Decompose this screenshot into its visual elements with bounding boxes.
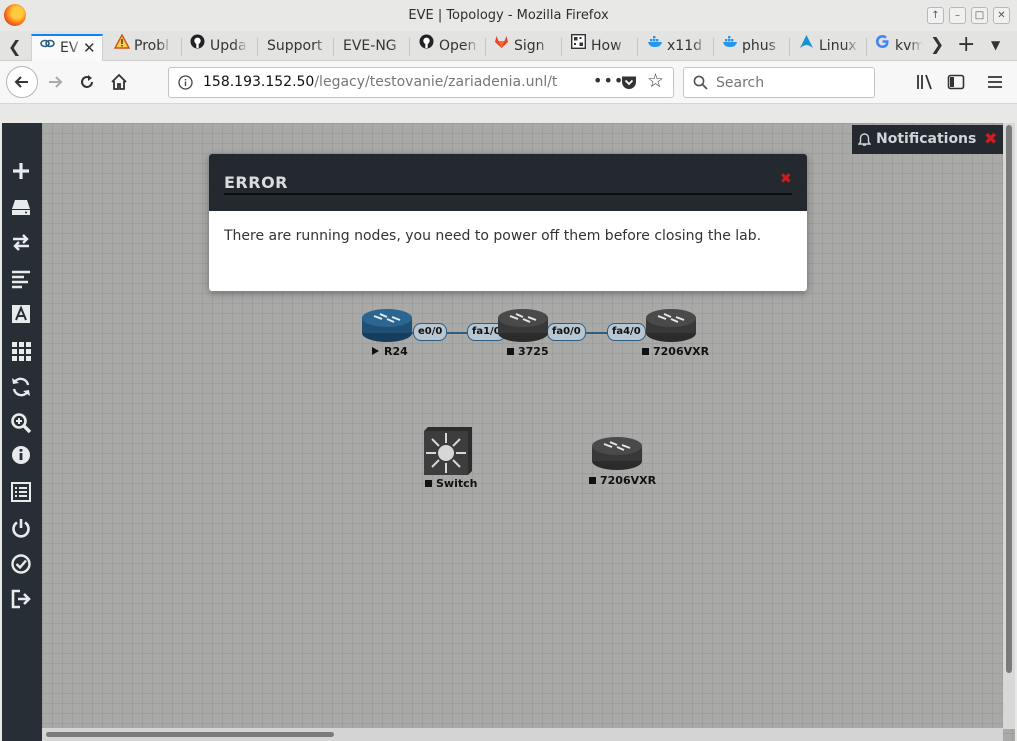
router-icon[interactable] — [360, 306, 414, 344]
router-icon[interactable] — [496, 306, 550, 344]
modal-title: ERROR — [224, 173, 288, 192]
tab-scroll-right-icon[interactable]: ❯ — [930, 35, 944, 55]
info-icon[interactable] — [10, 444, 32, 466]
eve-sidebar — [2, 123, 42, 741]
arch-icon — [799, 34, 814, 49]
reload-icon[interactable] — [78, 73, 96, 91]
eve-logo-icon — [40, 36, 55, 51]
modal-close-icon[interactable]: ✖ — [780, 171, 792, 187]
gitlab-icon — [494, 34, 509, 49]
bell-icon — [858, 133, 871, 146]
window-titlebar: EVE | Topology - Mozilla Firefox ↑ – □ ✕ — [0, 0, 1017, 31]
tab-bar: ❮ EV ✕ Probl Upda Support EVE-NG Open Si… — [0, 31, 1017, 62]
search-input[interactable] — [714, 72, 868, 94]
notifications-panel[interactable]: Notifications ✖ — [852, 125, 1003, 154]
grid-icon[interactable] — [10, 340, 32, 362]
window-maximize-button[interactable]: □ — [971, 7, 988, 24]
back-button[interactable] — [6, 66, 38, 98]
home-icon[interactable] — [110, 73, 128, 91]
error-modal: ERROR ✖ There are running nodes, you nee… — [209, 154, 807, 291]
switch-icon[interactable] — [422, 425, 474, 477]
modal-title-divider — [224, 193, 792, 195]
node-label-7206vxr-2[interactable]: 7206VXR — [589, 474, 656, 487]
node-label-r24[interactable]: R24 — [372, 345, 408, 358]
qr-icon — [571, 34, 587, 50]
search-icon — [693, 75, 708, 90]
navigation-bar: 158.193.152.50/legacy/testovanie/zariade… — [0, 61, 1017, 104]
url-text: 158.193.152.50/legacy/testovanie/zariade… — [203, 74, 558, 90]
interface-label: e0/0 — [413, 323, 448, 341]
tab-close-icon[interactable]: ✕ — [83, 39, 96, 57]
github-icon — [190, 34, 205, 49]
tab-problem[interactable]: Probl — [114, 34, 172, 60]
library-icon[interactable] — [916, 73, 934, 91]
vertical-scrollbar[interactable] — [1003, 123, 1015, 729]
docker-icon — [722, 34, 737, 49]
warning-icon — [114, 34, 131, 49]
node-label-7206vxr[interactable]: 7206VXR — [642, 345, 709, 358]
add-icon[interactable] — [10, 160, 32, 182]
bookmark-star-icon[interactable]: ☆ — [647, 70, 664, 92]
refresh-icon[interactable] — [10, 376, 32, 398]
window-up-icon[interactable]: ↑ — [927, 7, 944, 24]
window-minimize-button[interactable]: – — [949, 7, 966, 24]
back-arrow-icon — [14, 76, 28, 88]
router-icon[interactable] — [644, 306, 698, 344]
tab-github-open[interactable]: Open — [419, 34, 479, 60]
site-info-icon[interactable] — [178, 75, 193, 90]
tab-support[interactable]: Support — [267, 34, 329, 60]
power-icon[interactable] — [10, 517, 32, 539]
forward-arrow-icon[interactable] — [46, 73, 64, 91]
node-label-3725[interactable]: 3725 — [507, 345, 549, 358]
new-tab-icon[interactable]: + — [957, 32, 975, 57]
interface-label: fa4/0 — [607, 323, 646, 341]
tab-google-kvm[interactable]: kvm — [875, 34, 923, 60]
tab-list-chevron-icon[interactable]: ▼ — [991, 38, 1000, 52]
tab-arch-linux[interactable]: Linux — [799, 34, 859, 60]
notifications-close-icon[interactable]: ✖ — [984, 129, 997, 148]
hamburger-menu-icon[interactable] — [986, 73, 1004, 91]
search-bar[interactable] — [683, 67, 875, 98]
tab-eve-topology[interactable]: EV ✕ — [31, 34, 103, 62]
horizontal-scrollbar-thumb[interactable] — [46, 732, 334, 737]
google-icon — [875, 34, 890, 49]
modal-message: There are running nodes, you need to pow… — [224, 228, 762, 244]
tab-github-update[interactable]: Upda — [190, 34, 248, 60]
text-icon[interactable] — [10, 303, 32, 325]
tab-docker-phus[interactable]: phus — [722, 34, 782, 60]
github-icon — [419, 34, 434, 49]
modal-header: ERROR ✖ — [209, 154, 807, 211]
list-icon[interactable] — [10, 268, 32, 290]
node-icon[interactable] — [10, 196, 32, 218]
node-label-switch[interactable]: Switch — [425, 477, 477, 490]
window-title: EVE | Topology - Mozilla Firefox — [408, 8, 609, 23]
connection-icon[interactable] — [10, 231, 32, 253]
pocket-icon[interactable] — [621, 75, 637, 90]
sidebar-toggle-icon[interactable] — [947, 73, 965, 91]
tab-scroll-left-icon[interactable]: ❮ — [8, 37, 21, 56]
page-actions-icon[interactable]: ••• — [593, 71, 624, 90]
vertical-scrollbar-thumb[interactable] — [1006, 125, 1012, 673]
check-icon[interactable] — [10, 553, 32, 575]
logout-icon[interactable] — [10, 588, 32, 610]
docker-icon — [647, 34, 662, 49]
window-close-button[interactable]: ✕ — [993, 7, 1010, 24]
router-icon[interactable] — [590, 434, 644, 472]
tab-docker-x11[interactable]: x11d — [647, 34, 707, 60]
tab-gitlab-sign[interactable]: Sign — [494, 34, 552, 60]
interface-label: fa0/0 — [547, 323, 586, 341]
horizontal-scrollbar[interactable] — [42, 728, 1003, 741]
url-bar[interactable]: 158.193.152.50/legacy/testovanie/zariade… — [168, 67, 674, 98]
config-list-icon[interactable] — [10, 481, 32, 503]
tab-how[interactable]: How — [571, 34, 629, 60]
tab-eve-ng[interactable]: EVE-NG — [343, 34, 405, 60]
zoom-icon[interactable] — [10, 412, 32, 434]
